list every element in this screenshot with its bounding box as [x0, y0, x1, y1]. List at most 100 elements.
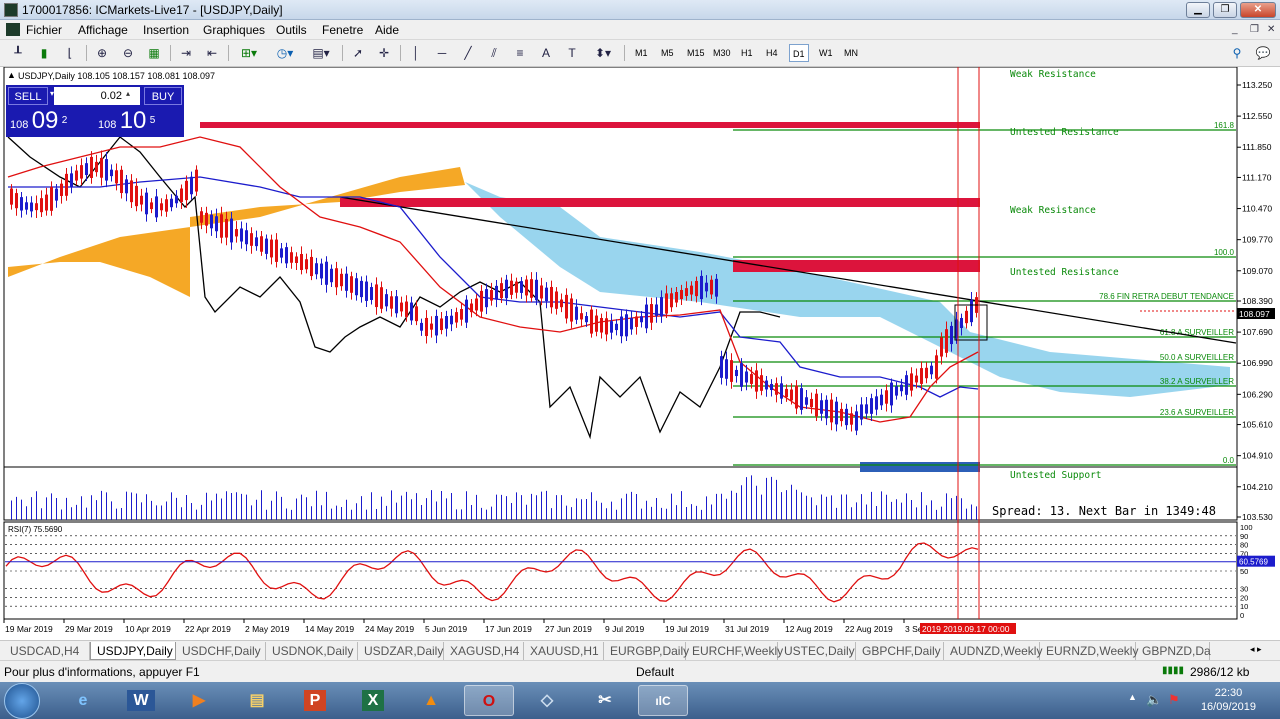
mdi-close-icon[interactable]: ✕	[1267, 24, 1275, 35]
channel-icon[interactable]: ⫽	[484, 44, 504, 62]
excel-icon[interactable]: X	[348, 685, 398, 716]
chart-tab[interactable]: EURNZD,Weekly	[1040, 642, 1138, 660]
arrows-icon[interactable]: ⬍▾	[588, 44, 618, 62]
minimize-button[interactable]: ▁	[1186, 2, 1210, 18]
menu-affichage[interactable]: Affichage	[76, 22, 130, 38]
word-icon[interactable]: W	[116, 685, 166, 716]
system-clock[interactable]: 22:30 16/09/2019	[1201, 686, 1256, 714]
candle-body	[250, 233, 253, 246]
chat-icon[interactable]: 💬	[1252, 44, 1274, 62]
text-tool-icon[interactable]: A	[536, 44, 556, 62]
chart-tab[interactable]: XAGUSD,H4	[444, 642, 524, 660]
start-button[interactable]	[4, 683, 40, 719]
timeframe-m30[interactable]: M30	[710, 44, 734, 62]
candle-body	[870, 398, 873, 414]
chart-tab[interactable]: GBPNZD,Da	[1136, 642, 1211, 660]
autoscroll-icon[interactable]: ⇥	[176, 44, 196, 62]
profile-name[interactable]: Default	[636, 665, 674, 679]
chart-tab[interactable]: USDZAR,Daily	[358, 642, 444, 660]
text-label-icon[interactable]: T	[562, 44, 582, 62]
chart-shift-icon[interactable]: ⇤	[202, 44, 222, 62]
candlestick-icon[interactable]: ▮	[34, 44, 54, 62]
price-tick-label: 103.530	[1242, 512, 1273, 522]
mdi-minimize-icon[interactable]: _	[1232, 24, 1238, 35]
timeframe-d1[interactable]: D1	[789, 44, 809, 62]
price-chart[interactable]: 113.250 112.550 111.850 111.170 110.470 109.7…	[0, 67, 1280, 637]
chart-tab[interactable]: EURCHF,Weekly	[686, 642, 783, 660]
vertical-line-icon[interactable]: │	[406, 44, 426, 62]
menu-insertion[interactable]: Insertion	[141, 22, 191, 38]
timeframe-m15[interactable]: M15	[684, 44, 708, 62]
cursor-icon[interactable]: ➚	[348, 44, 368, 62]
snipping-tool-icon[interactable]: ✂	[580, 685, 630, 716]
candle-body	[445, 316, 448, 329]
untested-support-label: Untested Support	[1010, 470, 1102, 481]
lot-up-icon[interactable]: ▴	[126, 89, 130, 98]
restore-button[interactable]: ❐	[1213, 2, 1237, 18]
zoom-out-icon[interactable]: ⊖	[118, 44, 138, 62]
zoom-in-icon[interactable]: ⊕	[92, 44, 112, 62]
tab-scroll-arrows-icon[interactable]: ◂ ▸	[1250, 644, 1262, 655]
close-button[interactable]: ✕	[1240, 2, 1276, 18]
tile-windows-icon[interactable]: ▦	[144, 44, 164, 62]
candle-body	[470, 303, 473, 313]
metatrader-icon[interactable]: ılC	[638, 685, 688, 716]
internet-explorer-icon[interactable]: e	[58, 685, 108, 716]
timeframe-h4[interactable]: H4	[763, 44, 781, 62]
timeframe-mn[interactable]: MN	[841, 44, 861, 62]
chart-tab[interactable]: USDCHF,Daily	[176, 642, 266, 660]
mdi-restore-icon[interactable]: ❐	[1250, 24, 1259, 35]
folder-icon[interactable]: ◇	[522, 685, 572, 716]
fibonacci-icon[interactable]: ≡	[510, 44, 530, 62]
chart-tab[interactable]: AUDNZD,Weekly	[944, 642, 1042, 660]
menu-graphiques[interactable]: Graphiques	[201, 22, 267, 38]
chart-tab[interactable]: USDJPY,Daily	[90, 642, 176, 660]
network-icon[interactable]: ⚑	[1168, 692, 1180, 708]
collapse-arrow-icon[interactable]: ▲	[7, 70, 16, 80]
candle-body	[495, 285, 498, 300]
candle-body	[625, 314, 628, 337]
chart-tab[interactable]: USTEC,Daily	[778, 642, 856, 660]
line-chart-icon[interactable]: ⌊	[60, 44, 80, 62]
templates-icon[interactable]: ▤▾	[306, 44, 336, 62]
candle-body	[680, 289, 683, 300]
candle-body	[275, 239, 278, 262]
timeframe-h1[interactable]: H1	[738, 44, 756, 62]
media-player-icon[interactable]: ▶	[174, 685, 224, 716]
buy-price[interactable]: 108 10 5	[98, 107, 155, 135]
clock-time: 22:30	[1214, 687, 1243, 699]
indicators-icon[interactable]: ⊞▾	[234, 44, 264, 62]
vlc-icon[interactable]: ▲	[406, 685, 456, 716]
timeframe-m1[interactable]: M1	[632, 44, 651, 62]
buy-button[interactable]: BUY	[144, 87, 182, 105]
menu-fenetre[interactable]: Fenetre	[320, 22, 365, 38]
periods-icon[interactable]: ◷▾	[270, 44, 300, 62]
timeframe-w1[interactable]: W1	[816, 44, 836, 62]
candle-body	[525, 279, 528, 296]
chart-tab[interactable]: EURGBP,Daily	[604, 642, 689, 660]
tray-expand-icon[interactable]: ▲	[1128, 692, 1137, 702]
menu-fichier[interactable]: Fichier	[24, 22, 64, 38]
menu-aide[interactable]: Aide	[373, 22, 401, 38]
horizontal-line-icon[interactable]: ─	[432, 44, 452, 62]
file-explorer-icon[interactable]: ▤	[232, 685, 282, 716]
chart-area[interactable]: 113.250 112.550 111.850 111.170 110.470 109.7…	[0, 67, 1280, 637]
trendline-icon[interactable]: ╱	[458, 44, 478, 62]
candle-body	[190, 176, 193, 195]
search-icon[interactable]: ⚲	[1228, 44, 1246, 62]
sell-price[interactable]: 108 09 2	[10, 107, 67, 135]
chart-tab[interactable]: GBPCHF,Daily	[856, 642, 944, 660]
opera-icon[interactable]: O	[464, 685, 514, 716]
fib-level-label: 50.0 A SURVEILLER	[1160, 353, 1234, 362]
chart-tab[interactable]: USDNOK,Daily	[266, 642, 358, 660]
sell-button[interactable]: SELL	[8, 87, 48, 105]
candle-body	[565, 294, 568, 319]
timeframe-m5[interactable]: M5	[658, 44, 677, 62]
chart-tab[interactable]: XAUUSD,H1	[524, 642, 604, 660]
volume-icon[interactable]: 🔈	[1146, 692, 1162, 708]
chart-tab[interactable]: USDCAD,H4	[4, 642, 90, 660]
powerpoint-icon[interactable]: P	[290, 685, 340, 716]
menu-outils[interactable]: Outils	[274, 22, 309, 38]
bar-chart-icon[interactable]: ┸	[8, 44, 28, 62]
crosshair-icon[interactable]: ✛	[374, 44, 394, 62]
